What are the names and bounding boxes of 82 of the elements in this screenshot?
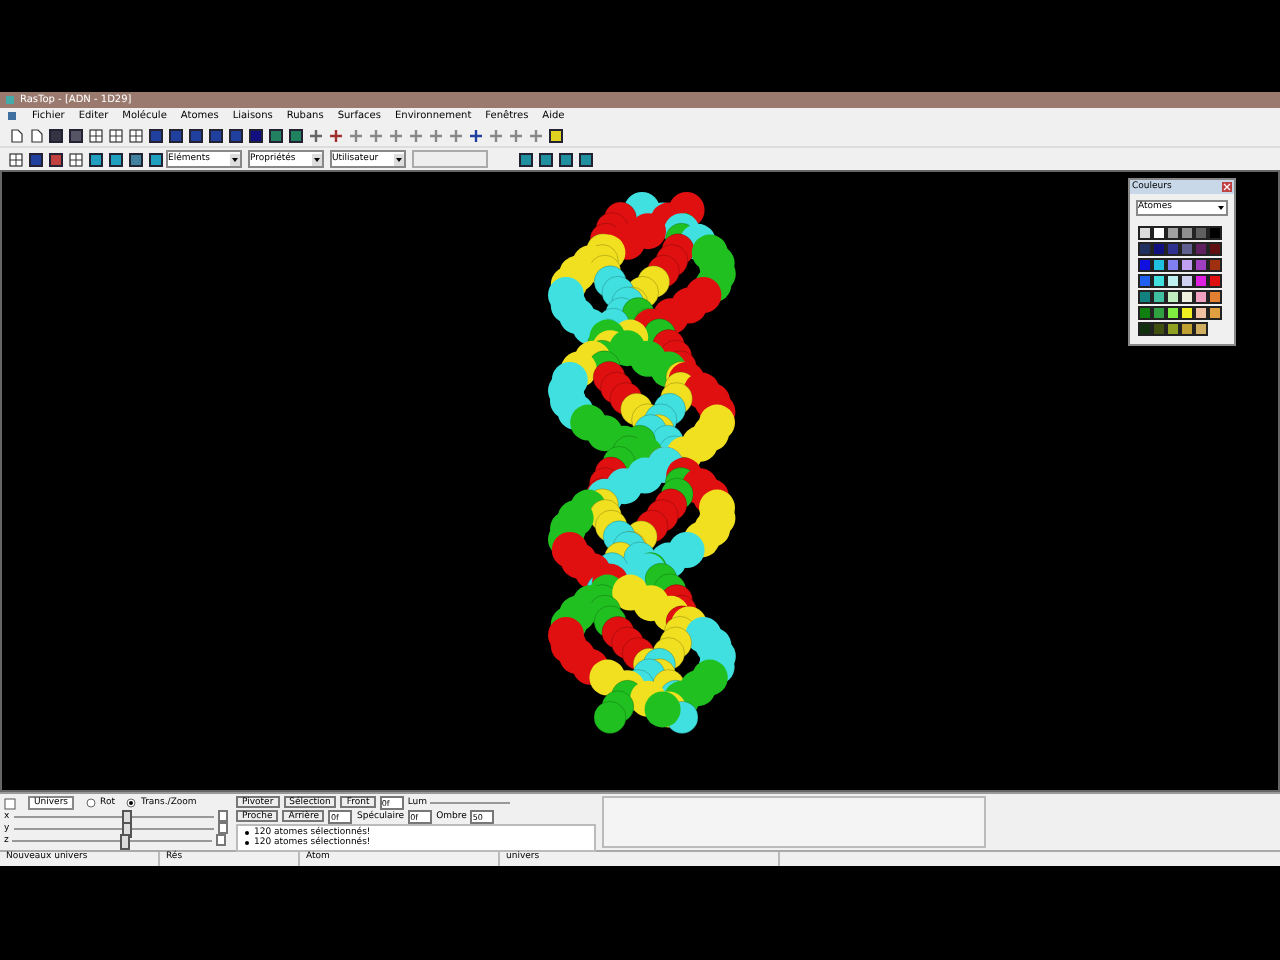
close-icon[interactable] (1222, 182, 1232, 192)
square-icon[interactable] (268, 127, 284, 143)
slider-thumb[interactable] (120, 833, 131, 849)
grid-icon[interactable] (8, 151, 24, 167)
grid-icon[interactable] (68, 151, 84, 167)
color-swatch[interactable] (1208, 274, 1222, 288)
grid-icon[interactable] (128, 127, 144, 143)
plus-icon[interactable] (308, 127, 324, 143)
bullet-icon (244, 830, 250, 836)
color-swatch[interactable] (1152, 258, 1166, 272)
square-icon[interactable] (248, 127, 264, 143)
color-swatch[interactable] (1152, 290, 1166, 304)
square-icon[interactable] (208, 127, 224, 143)
color-swatch[interactable] (1180, 258, 1194, 272)
grid-icon[interactable] (108, 127, 124, 143)
color-swatch[interactable] (1194, 258, 1208, 272)
square-icon[interactable] (108, 151, 124, 167)
square-icon[interactable] (518, 151, 534, 167)
radio-icon[interactable] (86, 798, 97, 808)
color-swatch[interactable] (1166, 322, 1180, 336)
color-swatch[interactable] (1138, 242, 1152, 256)
plus-icon[interactable] (328, 127, 344, 143)
caret-icon[interactable] (394, 153, 404, 165)
color-swatch[interactable] (1180, 290, 1194, 304)
checkbox-icon[interactable] (4, 797, 16, 809)
color-swatch[interactable] (1166, 226, 1180, 240)
square-icon[interactable] (68, 127, 84, 143)
caret-icon[interactable] (230, 153, 240, 165)
color-swatch[interactable] (1194, 306, 1208, 320)
color-swatch[interactable] (1138, 258, 1152, 272)
square-icon[interactable] (168, 127, 184, 143)
color-swatch[interactable] (1138, 322, 1152, 336)
color-swatch[interactable] (1166, 242, 1180, 256)
color-swatch[interactable] (1208, 242, 1222, 256)
color-swatch[interactable] (1138, 290, 1152, 304)
plus-icon[interactable] (468, 127, 484, 143)
color-swatch[interactable] (1166, 290, 1180, 304)
square-icon[interactable] (48, 127, 64, 143)
color-swatch[interactable] (1194, 242, 1208, 256)
color-swatch[interactable] (1208, 290, 1222, 304)
square-icon[interactable] (188, 127, 204, 143)
color-swatch[interactable] (1208, 226, 1222, 240)
radio-icon[interactable] (126, 798, 137, 808)
color-swatch[interactable] (1152, 242, 1166, 256)
color-swatch[interactable] (1152, 322, 1166, 336)
caret-icon[interactable] (312, 153, 322, 165)
square-icon[interactable] (148, 151, 164, 167)
color-swatch[interactable] (1208, 306, 1222, 320)
square-icon[interactable] (28, 151, 44, 167)
square-icon[interactable] (48, 151, 64, 167)
color-swatch[interactable] (1152, 274, 1166, 288)
input-field[interactable] (412, 150, 488, 168)
color-swatch[interactable] (1180, 306, 1194, 320)
color-swatch[interactable] (1166, 258, 1180, 272)
square-icon[interactable] (228, 127, 244, 143)
color-swatch[interactable] (1180, 322, 1194, 336)
color-swatch[interactable] (1194, 226, 1208, 240)
square-icon[interactable] (88, 151, 104, 167)
color-swatch[interactable] (1138, 274, 1152, 288)
square-icon[interactable] (578, 151, 594, 167)
square-icon[interactable] (538, 151, 554, 167)
bullet-icon (244, 840, 250, 846)
color-swatch[interactable] (1166, 306, 1180, 320)
caret-icon[interactable] (1216, 202, 1226, 214)
color-swatch[interactable] (1194, 322, 1208, 336)
color-swatch[interactable] (1138, 226, 1152, 240)
square-icon[interactable] (558, 151, 574, 167)
color-swatch[interactable] (1180, 242, 1194, 256)
color-swatch[interactable] (1180, 226, 1194, 240)
color-swatch[interactable] (1166, 274, 1180, 288)
color-swatch[interactable] (1152, 226, 1166, 240)
color-swatch[interactable] (1194, 290, 1208, 304)
color-swatch[interactable] (1138, 306, 1152, 320)
square-icon[interactable] (148, 127, 164, 143)
color-swatch[interactable] (1208, 258, 1222, 272)
color-swatch[interactable] (1194, 274, 1208, 288)
square-icon[interactable] (128, 151, 144, 167)
color-swatch[interactable] (1180, 274, 1194, 288)
square-icon[interactable] (548, 127, 564, 143)
grid-icon[interactable] (88, 127, 104, 143)
square-icon[interactable] (288, 127, 304, 143)
color-swatch[interactable] (1152, 306, 1166, 320)
